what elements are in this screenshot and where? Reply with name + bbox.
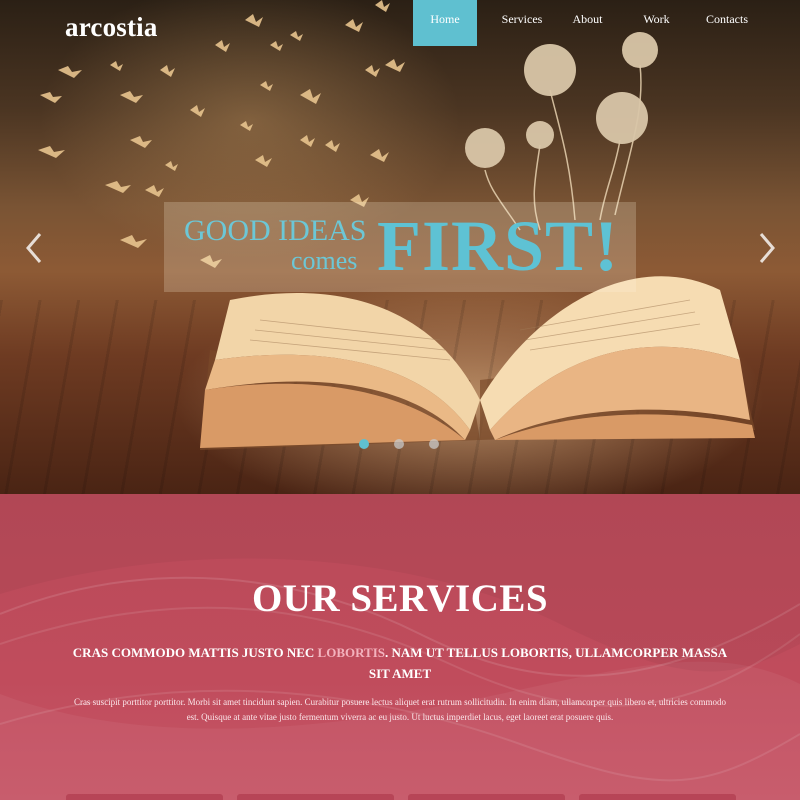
main-nav: Home Services About Work Contacts: [413, 0, 757, 46]
nav-about[interactable]: About: [560, 0, 615, 46]
nav-work[interactable]: Work: [629, 0, 684, 46]
service-card[interactable]: [579, 794, 736, 800]
nav-contacts[interactable]: Contacts: [697, 0, 757, 46]
subtitle-part-2: . NAM UT TELLUS LOBORTIS, ULLAMCORPER MA…: [368, 645, 728, 681]
chevron-left-icon[interactable]: [24, 230, 44, 266]
service-cards: [66, 794, 736, 800]
slider-dot-1[interactable]: [359, 439, 369, 449]
caption-comes: comes: [291, 246, 358, 275]
subtitle-part-1: CRAS COMMODO MATTIS JUSTO NEC: [72, 645, 318, 660]
slider-dot-2[interactable]: [394, 439, 404, 449]
slide-caption: GOOD IDEAS comes FIRST!: [164, 202, 636, 292]
service-card[interactable]: [66, 794, 223, 800]
hero-slider: arcostia Home Services About Work Contac…: [0, 0, 800, 494]
services-section: OUR SERVICES CRAS COMMODO MATTIS JUSTO N…: [0, 494, 800, 800]
slider-pagination: [359, 439, 439, 449]
chevron-right-icon[interactable]: [757, 230, 777, 266]
service-card[interactable]: [237, 794, 394, 800]
services-title: OUR SERVICES: [251, 577, 549, 620]
caption-first: FIRST!: [377, 206, 620, 286]
services-description: Cras suscipit porttitor porttitor. Morbi…: [73, 697, 727, 722]
services-subtitle: CRAS COMMODO MATTIS JUSTO NEC LOBORTIS. …: [62, 642, 738, 684]
service-card[interactable]: [408, 794, 565, 800]
slider-dot-3[interactable]: [429, 439, 439, 449]
nav-services[interactable]: Services: [490, 0, 554, 46]
site-logo[interactable]: arcostia: [65, 12, 158, 43]
caption-good-ideas: GOOD IDEAS: [184, 214, 367, 247]
nav-home[interactable]: Home: [413, 0, 477, 46]
lobortis-link[interactable]: LOBORTIS: [318, 645, 385, 660]
